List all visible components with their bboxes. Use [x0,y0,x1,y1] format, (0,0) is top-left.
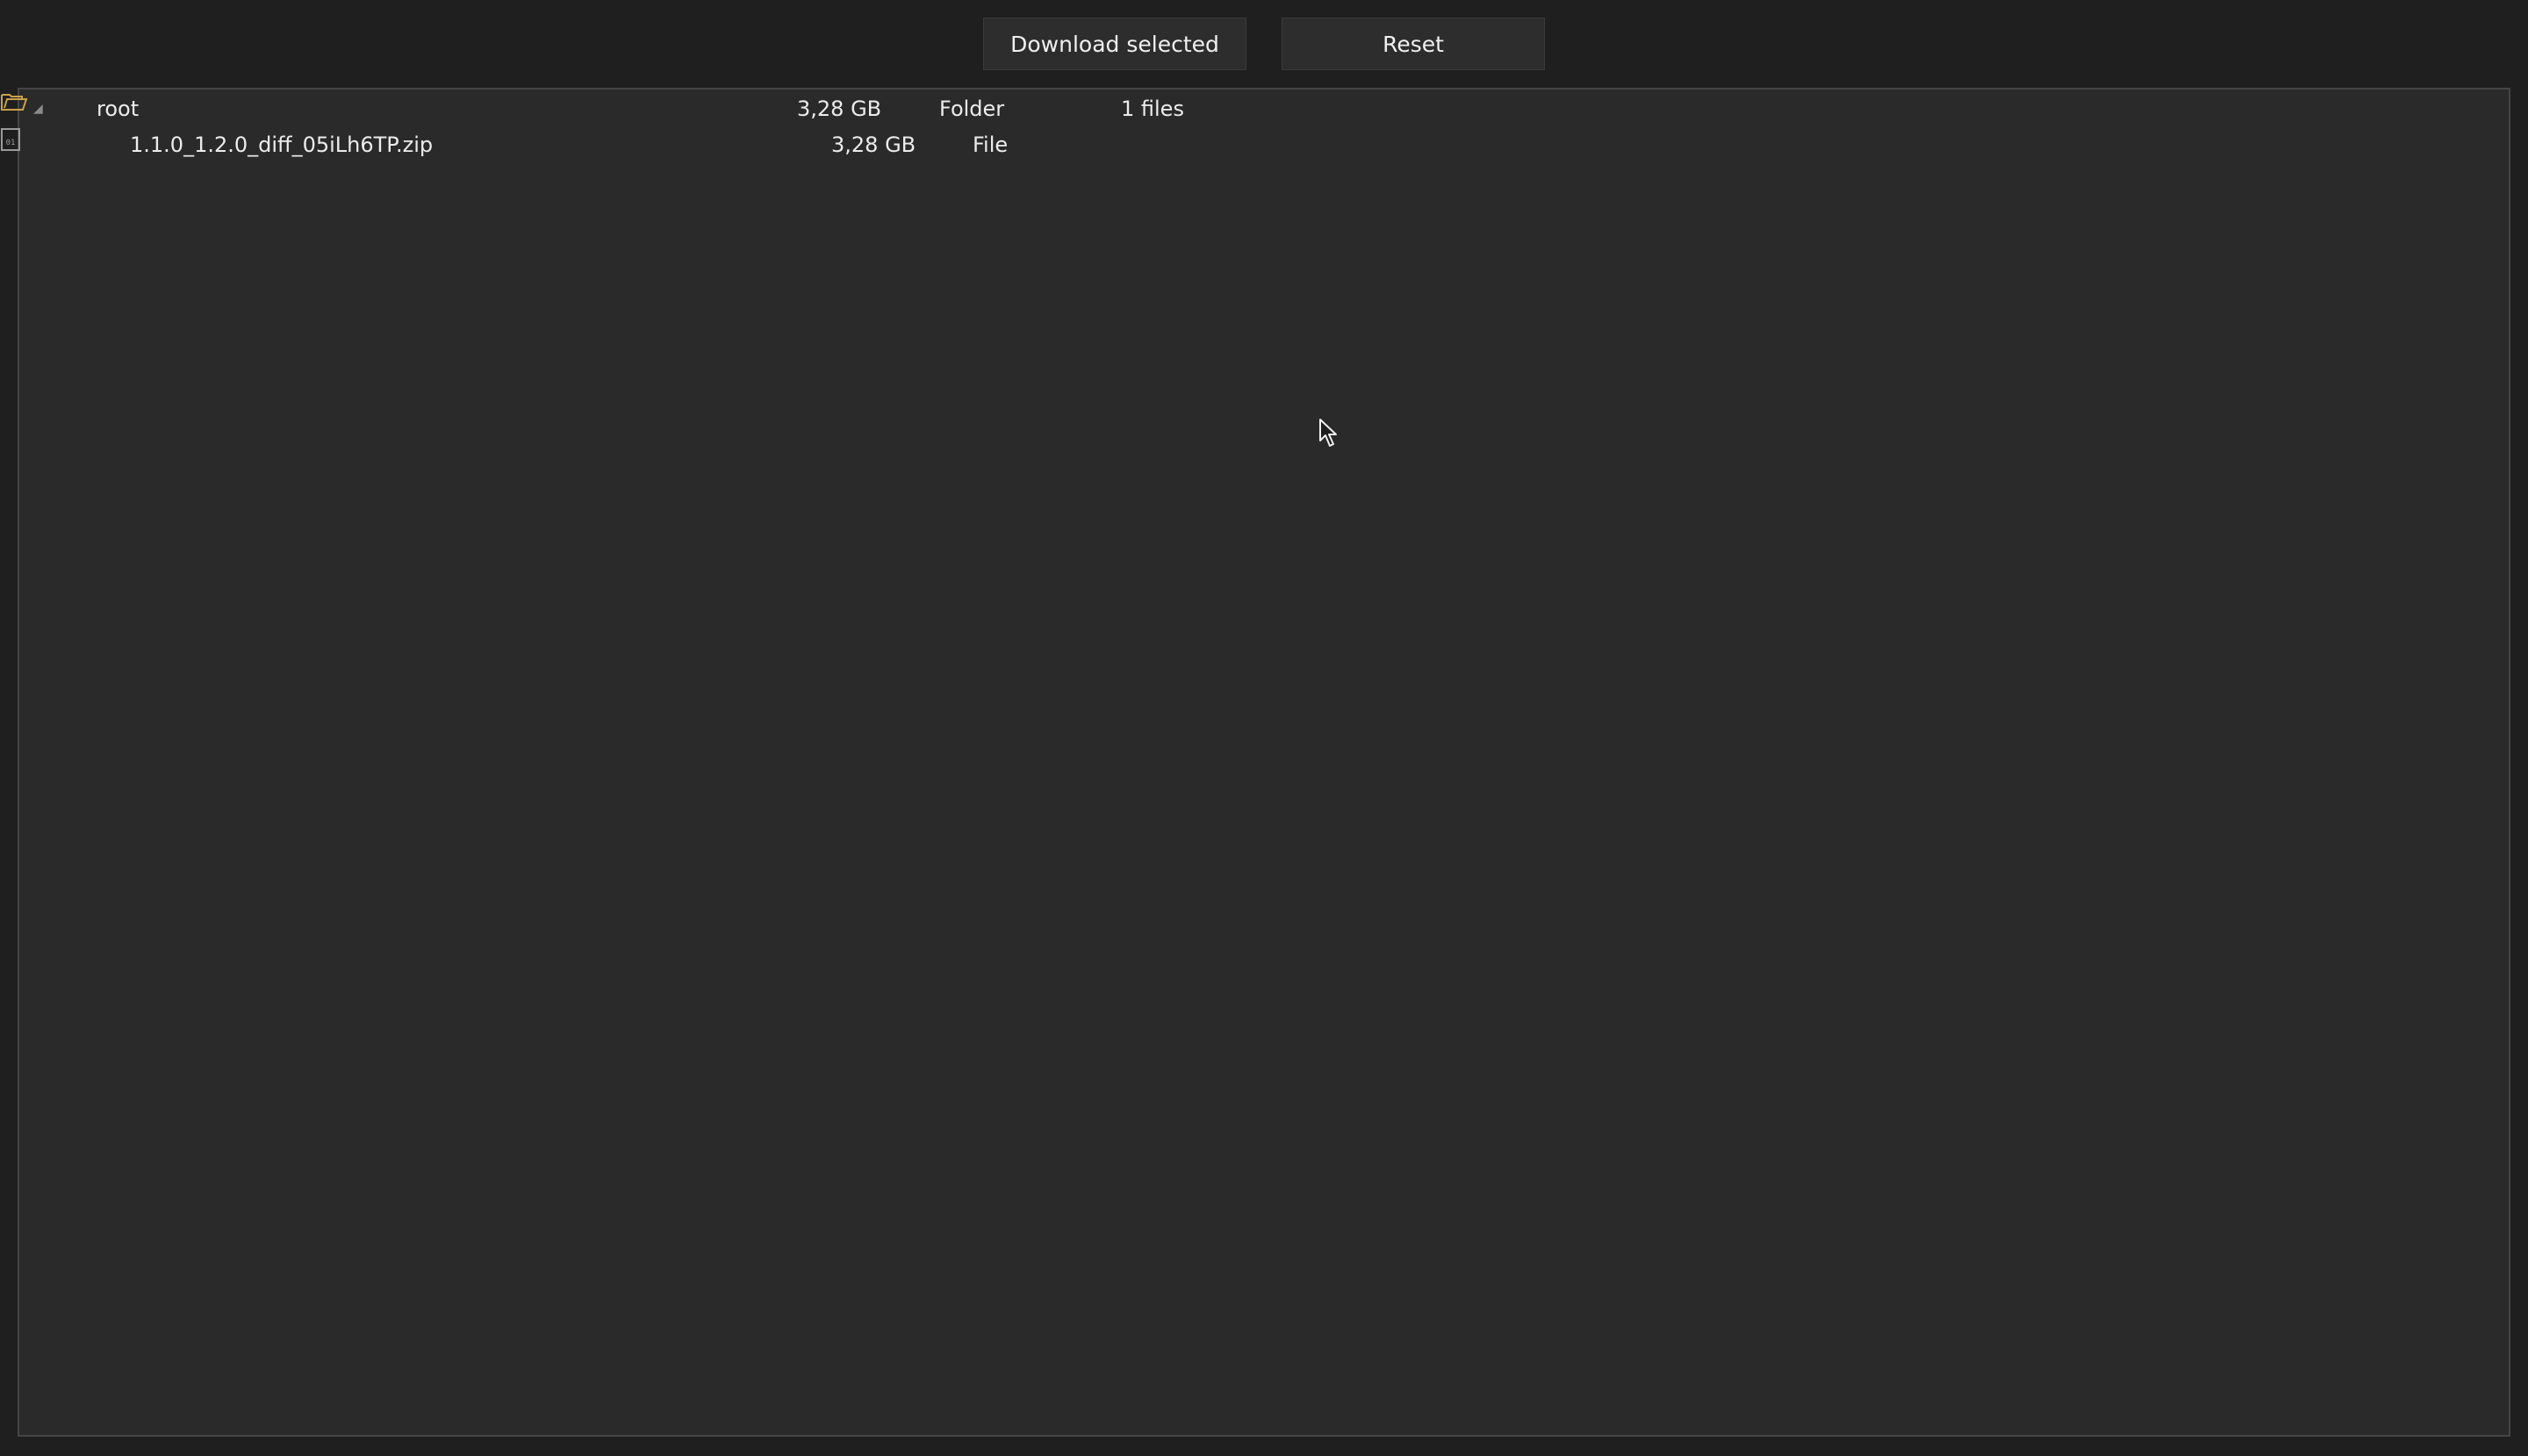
tree-row-file[interactable]: 01 1.1.0_1.2.0_diff_05iLh6TP.zip 3,28 GB… [0,127,2528,162]
folder-type: Folder [939,97,1005,121]
file-type: File [973,133,1009,157]
toolbar: Download selected Reset [0,0,2528,88]
download-selected-button[interactable]: Download selected [983,18,1246,70]
folder-size: 3,28 GB [797,97,882,121]
file-size: 3,28 GB [831,133,916,157]
file-name: 1.1.0_1.2.0_diff_05iLh6TP.zip [130,133,434,157]
svg-text:01: 01 [6,139,16,147]
file-tree-panel[interactable] [18,88,2510,1437]
folder-file-count: 1 files [1121,97,1184,121]
folder-open-icon [1,94,28,111]
mouse-cursor-icon [1319,419,1337,447]
binary-file-icon: 01 [1,128,20,151]
reset-button[interactable]: Reset [1282,18,1545,70]
tree-row-root[interactable]: ◢ root 3,28 GB Folder 1 files [0,91,2528,126]
folder-name: root [97,97,140,121]
